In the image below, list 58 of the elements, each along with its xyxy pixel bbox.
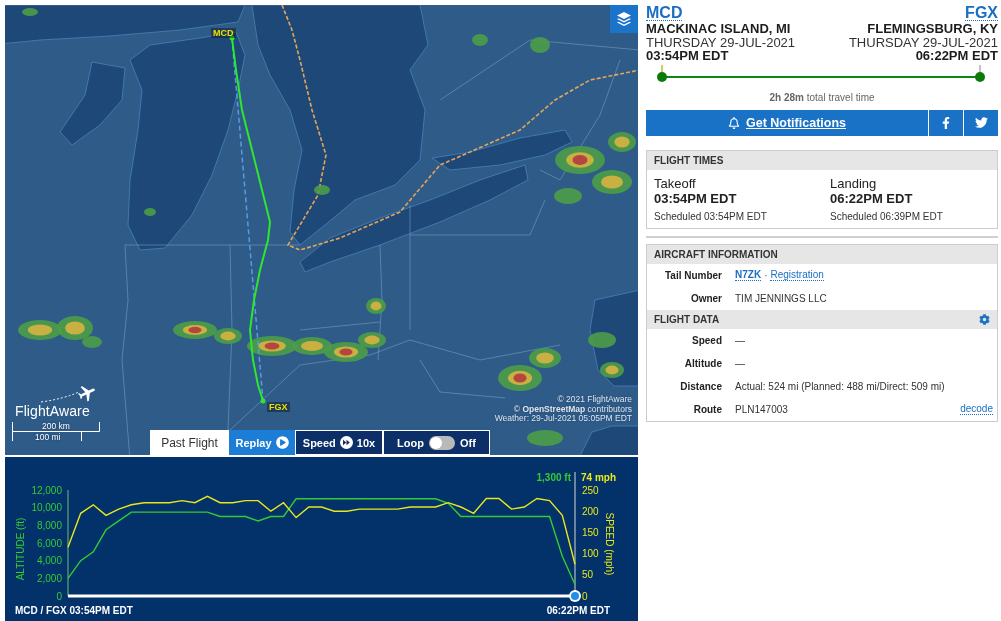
info-value: — (735, 357, 746, 369)
axis-tick-label: 150 (582, 526, 599, 538)
chart-readout: 1,300 ft (536, 472, 571, 483)
actual-time: 03:54PM EDT (654, 190, 738, 207)
scheduled-time: Scheduled 06:39PM EDT (830, 209, 944, 223)
section-title: FLIGHT DATA (654, 313, 720, 325)
time-label: Landing (830, 175, 878, 191)
info-value: — (735, 334, 746, 346)
scale-label: 100 mi (35, 432, 61, 442)
map-attribution: Weather: 29-Jul-2021 05:05PM EDT (494, 414, 632, 424)
axis-tick-label: 0 (582, 590, 588, 602)
time-label: Takeoff (654, 175, 697, 191)
info-label: Tail Number (663, 269, 722, 281)
info-label: Altitude (683, 357, 722, 369)
loop-state: Off (460, 436, 476, 449)
info-value: Actual: 524 mi (Planned: 488 mi/Direct: 509 mi) (735, 380, 946, 392)
flight-date: THURSDAY 29-JUL-2021 (646, 35, 796, 49)
axis-title: SPEED (mph) (604, 512, 615, 576)
chart-readout: 74 mph (581, 472, 616, 483)
loop-label: Loop (397, 436, 424, 449)
travel-time: 2h 28m total travel time (768, 91, 876, 104)
info-value: TIM JENNINGS LLC (735, 292, 828, 304)
axis-tick-label: 50 (582, 569, 594, 581)
airport-city: FLEMINGSBURG, KY (867, 22, 998, 36)
flight-time: 06:22PM EDT (915, 49, 998, 63)
logo-wordmark: FlightAware (15, 403, 91, 419)
chart-start-label: MCD / FGX 03:54PM EDT (15, 605, 133, 616)
airport-label: FGX (267, 402, 290, 412)
axis-tick-label: 100 (582, 548, 599, 560)
airport-city: MACKINAC ISLAND, MI (646, 22, 791, 36)
axis-tick-label: 12,000 (31, 484, 62, 496)
scale-label: 200 km (42, 421, 70, 431)
axis-tick-label: 4,000 (36, 555, 62, 567)
axis-title: ALTITUDE (ft) (15, 517, 26, 581)
chart-end-label: 06:22PM EDT (546, 605, 610, 616)
mode-label: Past Flight (150, 430, 229, 455)
actual-time: 06:22PM EDT (830, 190, 914, 207)
info-label: Speed (691, 334, 722, 346)
info-value: PLN147003 (735, 403, 789, 415)
info-label: Distance (679, 380, 722, 392)
scheduled-time: Scheduled 03:54PM EDT (654, 209, 768, 223)
map-attribution: © OpenStreetMap contributors (513, 404, 632, 414)
link-separator: · (764, 269, 768, 281)
flight-time: 03:54PM EDT (646, 49, 729, 63)
axis-tick-label: 8,000 (36, 519, 62, 531)
axis-tick-label: 2,000 (36, 572, 62, 584)
axis-tick-label: 6,000 (36, 537, 62, 549)
flight-date: THURSDAY 29-JUL-2021 (848, 35, 998, 49)
axis-tick-label: 10,000 (31, 502, 62, 514)
airport-label: MCD (211, 28, 236, 38)
axis-tick-label: 250 (582, 484, 599, 496)
section-title: FLIGHT TIMES (654, 154, 724, 166)
section-title: AIRCRAFT INFORMATION (654, 248, 778, 260)
axis-tick-label: 200 (582, 505, 599, 517)
map-attribution: © 2021 FlightAware (557, 395, 632, 405)
info-label: Owner (689, 292, 722, 304)
axis-tick-label: 0 (56, 590, 62, 602)
info-label: Route (692, 403, 722, 415)
